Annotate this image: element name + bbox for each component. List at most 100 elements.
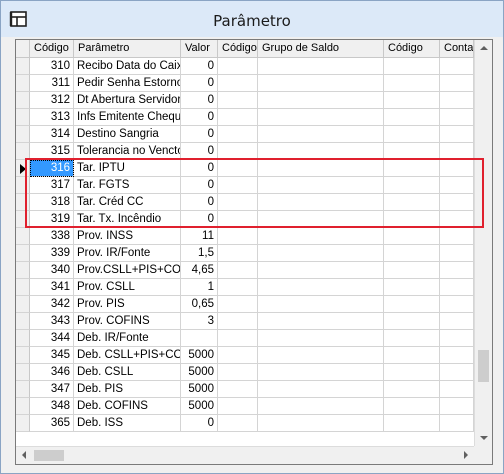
cell-codigo-conta[interactable]: [384, 160, 440, 177]
cell-codigo-grupo[interactable]: [218, 296, 258, 313]
cell-parametro[interactable]: Tar. IPTU: [74, 160, 181, 177]
scroll-left-icon[interactable]: [22, 451, 26, 459]
cell-codigo-conta[interactable]: [384, 126, 440, 143]
cell-codigo-grupo[interactable]: [218, 58, 258, 75]
table-row[interactable]: 314 Destino Sangria 0: [16, 126, 474, 143]
cell-grupo-de-saldo[interactable]: [258, 296, 384, 313]
table-row[interactable]: 316 Tar. IPTU 0: [16, 160, 474, 177]
cell-codigo-grupo[interactable]: [218, 160, 258, 177]
table-row[interactable]: 319 Tar. Tx. Incêndio 0: [16, 211, 474, 228]
cell-codigo-grupo[interactable]: [218, 381, 258, 398]
cell-codigo-grupo[interactable]: [218, 415, 258, 432]
cell-grupo-de-saldo[interactable]: [258, 279, 384, 296]
cell-parametro[interactable]: Prov. INSS: [74, 228, 181, 245]
cell-codigo-conta[interactable]: [384, 279, 440, 296]
cell-codigo-conta[interactable]: [384, 143, 440, 160]
row-indicator[interactable]: [16, 381, 30, 398]
row-indicator[interactable]: [16, 313, 30, 330]
cell-grupo-de-saldo[interactable]: [258, 364, 384, 381]
cell-grupo-de-saldo[interactable]: [258, 194, 384, 211]
cell-parametro[interactable]: Dt Abertura Servidor: [74, 92, 181, 109]
cell-codigo[interactable]: 316: [30, 160, 74, 177]
table-row[interactable]: 310 Recibo Data do Caixa 0: [16, 58, 474, 75]
table-row[interactable]: 340 Prov.CSLL+PIS+COFI 4,65: [16, 262, 474, 279]
parametro-grid[interactable]: Código Parâmetro Valor Código Grupo de S…: [15, 39, 493, 465]
cell-grupo-de-saldo[interactable]: [258, 58, 384, 75]
cell-valor[interactable]: 0: [181, 92, 218, 109]
cell-codigo[interactable]: 314: [30, 126, 74, 143]
table-row[interactable]: 315 Tolerancia no Vencto 0: [16, 143, 474, 160]
cell-codigo-grupo[interactable]: [218, 347, 258, 364]
cell-grupo-de-saldo[interactable]: [258, 143, 384, 160]
cell-grupo-de-saldo[interactable]: [258, 228, 384, 245]
cell-grupo-de-saldo[interactable]: [258, 245, 384, 262]
title-bar[interactable]: Parâmetro: [1, 1, 503, 37]
cell-codigo-grupo[interactable]: [218, 194, 258, 211]
cell-conta[interactable]: [440, 211, 474, 228]
cell-parametro[interactable]: Prov. IR/Fonte: [74, 245, 181, 262]
cell-codigo-conta[interactable]: [384, 296, 440, 313]
cell-parametro[interactable]: Deb. CSLL+PIS+COFI: [74, 347, 181, 364]
cell-codigo-grupo[interactable]: [218, 330, 258, 347]
cell-codigo-conta[interactable]: [384, 415, 440, 432]
row-indicator[interactable]: [16, 177, 30, 194]
cell-conta[interactable]: [440, 262, 474, 279]
cell-grupo-de-saldo[interactable]: [258, 160, 384, 177]
cell-parametro[interactable]: Deb. ISS: [74, 415, 181, 432]
cell-valor[interactable]: 0: [181, 415, 218, 432]
cell-codigo[interactable]: 317: [30, 177, 74, 194]
cell-codigo-grupo[interactable]: [218, 279, 258, 296]
row-indicator[interactable]: [16, 296, 30, 313]
cell-parametro[interactable]: Tar. FGTS: [74, 177, 181, 194]
header-codigo-grupo[interactable]: Código: [218, 40, 258, 58]
cell-codigo-conta[interactable]: [384, 262, 440, 279]
cell-codigo-conta[interactable]: [384, 92, 440, 109]
cell-codigo-conta[interactable]: [384, 211, 440, 228]
scroll-right-icon[interactable]: [464, 451, 468, 459]
row-indicator[interactable]: [16, 92, 30, 109]
row-indicator[interactable]: [16, 279, 30, 296]
cell-grupo-de-saldo[interactable]: [258, 126, 384, 143]
row-indicator[interactable]: [16, 75, 30, 92]
cell-codigo[interactable]: 310: [30, 58, 74, 75]
scroll-down-icon[interactable]: [480, 436, 488, 440]
table-row[interactable]: 341 Prov. CSLL 1: [16, 279, 474, 296]
cell-codigo[interactable]: 342: [30, 296, 74, 313]
cell-codigo[interactable]: 344: [30, 330, 74, 347]
cell-valor[interactable]: 5000: [181, 347, 218, 364]
cell-codigo[interactable]: 340: [30, 262, 74, 279]
cell-grupo-de-saldo[interactable]: [258, 211, 384, 228]
cell-codigo[interactable]: 348: [30, 398, 74, 415]
cell-conta[interactable]: [440, 313, 474, 330]
cell-codigo-conta[interactable]: [384, 58, 440, 75]
cell-conta[interactable]: [440, 398, 474, 415]
row-indicator[interactable]: [16, 228, 30, 245]
cell-grupo-de-saldo[interactable]: [258, 415, 384, 432]
cell-valor[interactable]: 0,65: [181, 296, 218, 313]
cell-grupo-de-saldo[interactable]: [258, 92, 384, 109]
cell-codigo-grupo[interactable]: [218, 75, 258, 92]
cell-parametro[interactable]: Infs Emitente Cheque: [74, 109, 181, 126]
vertical-scroll-thumb[interactable]: [478, 350, 489, 382]
row-indicator[interactable]: [16, 211, 30, 228]
table-row[interactable]: 342 Prov. PIS 0,65: [16, 296, 474, 313]
table-row[interactable]: 318 Tar. Créd CC 0: [16, 194, 474, 211]
row-indicator[interactable]: [16, 194, 30, 211]
row-indicator[interactable]: [16, 262, 30, 279]
table-row[interactable]: 344 Deb. IR/Fonte: [16, 330, 474, 347]
header-codigo[interactable]: Código: [30, 40, 74, 58]
row-indicator[interactable]: [16, 330, 30, 347]
row-indicator[interactable]: [16, 398, 30, 415]
cell-valor[interactable]: 3: [181, 313, 218, 330]
cell-codigo-grupo[interactable]: [218, 313, 258, 330]
cell-valor[interactable]: 0: [181, 160, 218, 177]
row-indicator[interactable]: [16, 415, 30, 432]
cell-valor[interactable]: 0: [181, 194, 218, 211]
row-indicator[interactable]: [16, 347, 30, 364]
cell-codigo-conta[interactable]: [384, 381, 440, 398]
cell-parametro[interactable]: Prov. COFINS: [74, 313, 181, 330]
table-row[interactable]: 339 Prov. IR/Fonte 1,5: [16, 245, 474, 262]
cell-conta[interactable]: [440, 75, 474, 92]
cell-conta[interactable]: [440, 415, 474, 432]
cell-parametro[interactable]: Deb. COFINS: [74, 398, 181, 415]
